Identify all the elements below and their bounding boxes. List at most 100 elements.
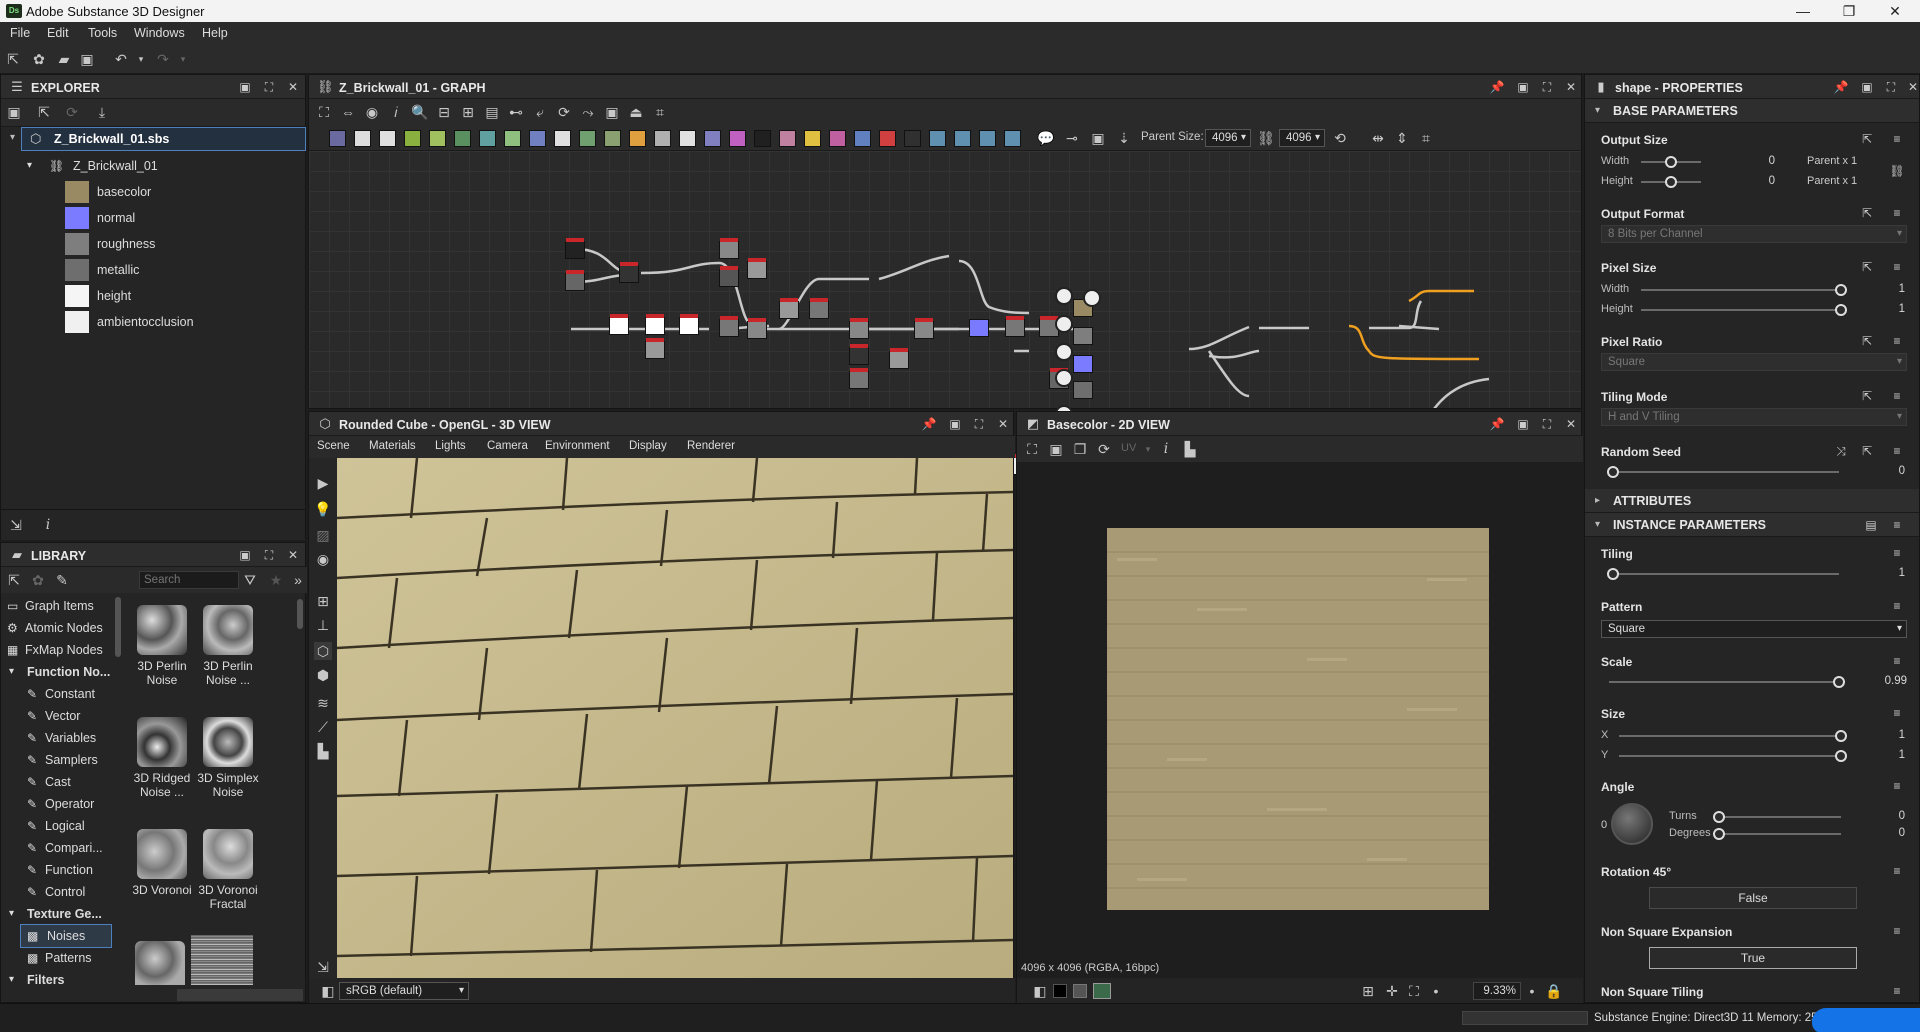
- view2d-maximize-icon[interactable]: ⛶: [1539, 416, 1555, 432]
- menu-help[interactable]: Help: [202, 26, 228, 40]
- atomic-node-icon[interactable]: [804, 130, 821, 147]
- graph-tool-icon[interactable]: ⊟: [435, 103, 453, 121]
- atomic-node-icon[interactable]: [1004, 130, 1021, 147]
- library-category-8[interactable]: ✎ Cast: [1, 771, 116, 793]
- link-size-icon[interactable]: ⛓: [1889, 163, 1905, 179]
- param-menu-icon[interactable]: ≡: [1889, 388, 1905, 404]
- atomic-node-icon[interactable]: [629, 130, 646, 147]
- minimize-icon[interactable]: —: [1780, 1, 1826, 21]
- atomic-node-icon[interactable]: [729, 130, 746, 147]
- environment-icon[interactable]: ▨: [314, 526, 332, 544]
- library-item[interactable]: 3D Ridged Noise ...: [129, 717, 195, 799]
- slider-knob[interactable]: [1835, 304, 1847, 316]
- library-item[interactable]: 3D Perlin Noise: [129, 605, 195, 687]
- graph-float-icon[interactable]: ▣: [1515, 79, 1531, 95]
- atomic-node-icon[interactable]: [679, 130, 696, 147]
- inherit-icon[interactable]: ⇱: [1859, 443, 1875, 459]
- graph-node[interactable]: [849, 318, 869, 339]
- view3d-menu-materials[interactable]: Materials: [369, 440, 416, 452]
- redo-icon[interactable]: ↷: [154, 50, 172, 68]
- view3d-menu-environment[interactable]: Environment: [545, 440, 610, 452]
- float-icon[interactable]: ▣: [237, 79, 253, 95]
- library-category-11[interactable]: ✎ Compari...: [1, 837, 116, 859]
- atomic-node-icon[interactable]: [929, 130, 946, 147]
- slider-knob[interactable]: [1713, 811, 1725, 823]
- library-category-17[interactable]: ▾ Filters: [1, 969, 116, 991]
- turns-slider[interactable]: [1713, 811, 1841, 823]
- library-category-14[interactable]: ▾ Texture Ge...: [1, 903, 116, 925]
- library-add-icon[interactable]: ⇱: [5, 571, 23, 589]
- zoom-in-icon[interactable]: •: [1523, 982, 1541, 1000]
- horizontal-scrollbar[interactable]: [177, 989, 303, 1001]
- library-search-input[interactable]: [139, 571, 239, 589]
- graph-close-icon[interactable]: ✕: [1563, 79, 1579, 95]
- items-scrollbar[interactable]: [297, 599, 303, 629]
- slider-knob[interactable]: [1665, 176, 1677, 188]
- zoom-field[interactable]: 9.33%: [1473, 982, 1521, 1000]
- wireframe-icon[interactable]: ⬢: [314, 666, 332, 684]
- graph-tool-icon[interactable]: ⏏: [627, 103, 645, 121]
- graph-node[interactable]: [565, 238, 585, 259]
- atomic-node-icon[interactable]: [504, 130, 521, 147]
- explorer-output-2[interactable]: roughness: [1, 233, 305, 255]
- output-node[interactable]: [1073, 381, 1093, 399]
- viewport-export-icon[interactable]: ⇲: [314, 958, 332, 976]
- slider-knob[interactable]: [1835, 730, 1847, 742]
- explorer-output-5[interactable]: ambientocclusion: [1, 311, 305, 333]
- reset-icon[interactable]: ⟲: [1331, 129, 1349, 147]
- tiling-mode-dropdown[interactable]: H and V Tiling ▾: [1601, 408, 1907, 426]
- explorer-output-3[interactable]: metallic: [1, 259, 305, 281]
- graph-tool-icon[interactable]: ▤: [483, 103, 501, 121]
- param-menu-icon[interactable]: ≡: [1889, 863, 1905, 879]
- favorite-icon[interactable]: ★: [267, 571, 285, 589]
- size-dropdown[interactable]: 4096 ▾: [1279, 129, 1325, 147]
- library-category-15[interactable]: ▩ Noises: [20, 924, 112, 948]
- properties-float-icon[interactable]: ▣: [1859, 79, 1875, 95]
- checker-bg-swatch[interactable]: [1093, 983, 1111, 999]
- publish-icon[interactable]: ⟳: [63, 103, 81, 121]
- open-folder-icon[interactable]: ▰: [55, 50, 73, 68]
- view3d-menu-lights[interactable]: Lights: [435, 440, 466, 452]
- graph-node[interactable]: [849, 344, 869, 365]
- view3d-maximize-icon[interactable]: ⛶: [971, 416, 987, 432]
- view3d-menu-renderer[interactable]: Renderer: [687, 440, 735, 452]
- copy-image-icon[interactable]: ❐: [1071, 440, 1089, 458]
- fit-icon[interactable]: ⛶: [1023, 440, 1041, 458]
- more-icon[interactable]: »: [289, 571, 307, 589]
- graph-node[interactable]: [645, 314, 665, 335]
- output-node-icon[interactable]: ⇣: [1115, 129, 1133, 147]
- inherit-icon[interactable]: ⇱: [1859, 131, 1875, 147]
- param-menu-icon[interactable]: ≡: [1889, 443, 1905, 459]
- library-category-10[interactable]: ✎ Logical: [1, 815, 116, 837]
- slider-knob[interactable]: [1835, 750, 1847, 762]
- atomic-node-icon[interactable]: [604, 130, 621, 147]
- undo-dropdown-icon[interactable]: ▾: [132, 50, 150, 68]
- menu-file[interactable]: File: [10, 26, 30, 40]
- share-icon[interactable]: ⇱: [4, 50, 22, 68]
- view3d-menu-camera[interactable]: Camera: [487, 440, 528, 452]
- black-bg-swatch[interactable]: [1053, 984, 1067, 998]
- scale-slider[interactable]: [1609, 676, 1845, 688]
- noise-thumbnail[interactable]: [135, 941, 185, 985]
- slider-knob[interactable]: [1665, 156, 1677, 168]
- atomic-node-icon[interactable]: [879, 130, 896, 147]
- histogram-2d-icon[interactable]: ▙: [1181, 440, 1199, 458]
- graph-node[interactable]: [969, 319, 989, 337]
- atomic-node-icon[interactable]: [904, 130, 921, 147]
- size-x-slider[interactable]: [1619, 730, 1847, 742]
- base-parameters-section[interactable]: ▾ BASE PARAMETERS: [1585, 99, 1919, 123]
- maximize-icon[interactable]: ❐: [1826, 1, 1872, 21]
- atomic-node-icon[interactable]: [429, 130, 446, 147]
- explorer-output-4[interactable]: height: [1, 285, 305, 307]
- slider-knob[interactable]: [1835, 284, 1847, 296]
- menu-edit[interactable]: Edit: [47, 26, 69, 40]
- graph-node[interactable]: [609, 314, 629, 335]
- comment-icon[interactable]: 💬: [1037, 129, 1055, 147]
- properties-maximize-icon[interactable]: ⛶: [1883, 79, 1899, 95]
- size-y-slider[interactable]: [1619, 750, 1847, 762]
- undo-icon[interactable]: ↶: [112, 50, 130, 68]
- layers-icon[interactable]: ≋: [314, 694, 332, 712]
- atomic-node-icon[interactable]: [754, 130, 771, 147]
- library-item[interactable]: 3D Simplex Noise: [195, 717, 261, 799]
- graph-node[interactable]: [779, 298, 799, 319]
